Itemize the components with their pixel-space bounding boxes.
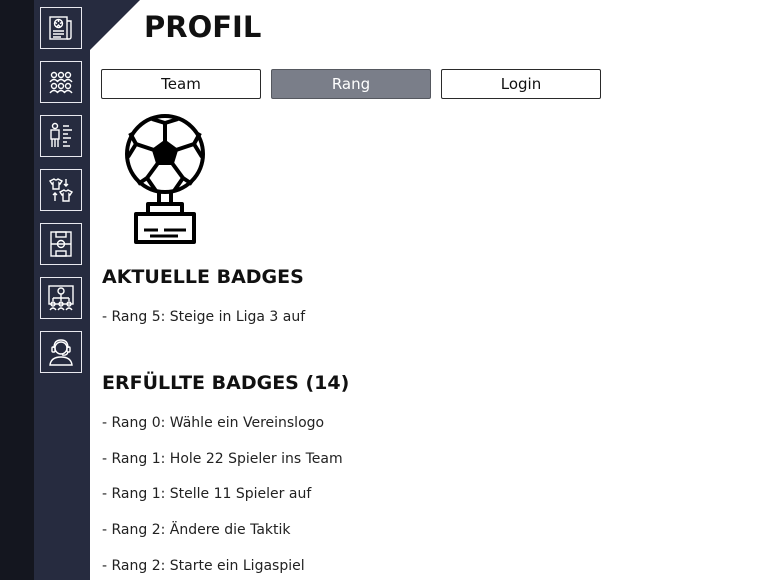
sidebar-item-player[interactable] xyxy=(40,115,82,157)
tab-rang[interactable]: Rang xyxy=(271,69,431,99)
sidebar-item-pitch[interactable] xyxy=(40,223,82,265)
pitch-icon xyxy=(50,231,72,257)
manager-avatar-icon xyxy=(49,339,73,366)
player-stats-icon xyxy=(50,122,72,147)
header-corner-accent xyxy=(90,0,140,50)
completed-badge-item: - Rang 0: Wähle ein Vereinslogo xyxy=(102,415,325,431)
page-title: PROFIL xyxy=(144,10,262,44)
sidebar-item-news[interactable] xyxy=(40,7,82,49)
sidebar xyxy=(34,0,90,580)
completed-badge-item: - Rang 1: Stelle 11 Spieler auf xyxy=(102,486,312,502)
current-badge-item: - Rang 5: Steige in Liga 3 auf xyxy=(102,309,306,325)
news-icon xyxy=(49,16,72,40)
sidebar-item-transfers[interactable] xyxy=(40,169,82,211)
tab-team[interactable]: Team xyxy=(101,69,261,99)
completed-badge-item: - Rang 2: Ändere die Taktik xyxy=(102,522,291,538)
sidebar-item-team[interactable] xyxy=(40,61,82,103)
window-left-edge xyxy=(0,0,34,580)
tab-login[interactable]: Login xyxy=(441,69,601,99)
jersey-transfer-icon xyxy=(48,178,74,202)
sidebar-item-league[interactable] xyxy=(40,277,82,319)
trophy-ball-icon xyxy=(125,114,205,244)
current-badges-title: AKTUELLE BADGES xyxy=(102,266,304,288)
completed-badge-item: - Rang 2: Starte ein Ligaspiel xyxy=(102,558,305,574)
completed-badges-title: ERFÜLLTE BADGES (14) xyxy=(102,372,350,394)
league-tree-icon xyxy=(48,285,74,311)
completed-badge-item: - Rang 1: Hole 22 Spieler ins Team xyxy=(102,451,343,467)
sidebar-item-manager[interactable] xyxy=(40,331,82,373)
team-lineup-icon xyxy=(49,71,73,94)
